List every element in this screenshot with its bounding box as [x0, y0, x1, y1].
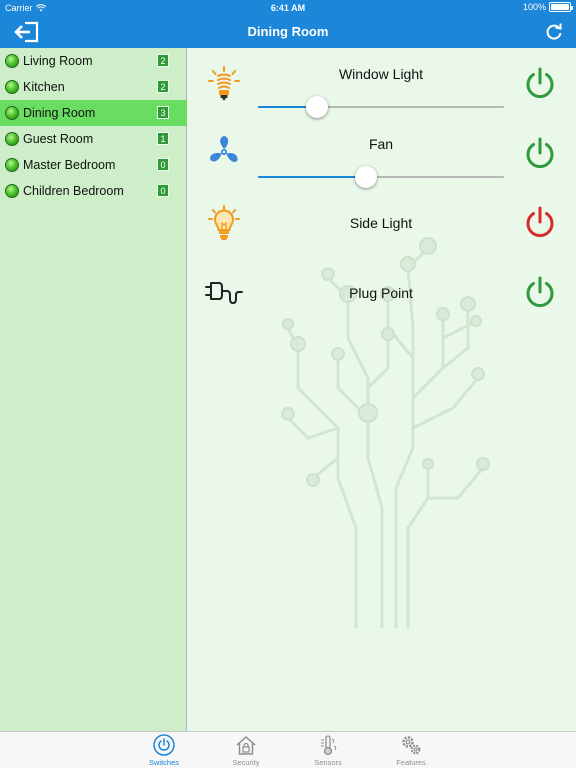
- thermometer-icon: [321, 735, 337, 756]
- speed-slider[interactable]: [258, 166, 504, 188]
- room-name: Kitchen: [23, 80, 65, 94]
- device-name: Plug Point: [349, 285, 413, 301]
- tab-label: Features: [396, 758, 426, 767]
- fan-icon: [210, 136, 238, 163]
- clock: 6:41 AM: [270, 3, 306, 13]
- refresh-icon: [546, 23, 562, 40]
- status-led-icon: [5, 54, 19, 68]
- power-toggle-icon[interactable]: [524, 137, 556, 171]
- device-name: Side Light: [349, 215, 413, 231]
- device-name: Window Light: [338, 66, 424, 82]
- power-toggle-icon[interactable]: [524, 206, 556, 240]
- room-name: Living Room: [23, 54, 93, 68]
- battery-percent: 100%: [522, 2, 546, 12]
- tab-label: Security: [232, 758, 260, 767]
- room-item-children-bedroom[interactable]: Children Bedroom 0: [0, 178, 187, 204]
- dimmer-slider[interactable]: [258, 96, 504, 118]
- status-bar: Carrier 6:41 AM 100%: [0, 0, 576, 16]
- page-title: Dining Room: [247, 24, 329, 39]
- device-count-badge: 0: [157, 158, 169, 171]
- room-name: Children Bedroom: [23, 184, 124, 198]
- device-panel: Window Light Fan Side Light Plug Point: [188, 48, 576, 731]
- tab-label: Switches: [148, 758, 179, 767]
- room-name: Guest Room: [23, 132, 94, 146]
- device-name: Fan: [368, 136, 394, 152]
- battery-icon: [549, 2, 573, 12]
- room-item-kitchen[interactable]: Kitchen 2: [0, 74, 187, 100]
- power-toggle-icon[interactable]: [524, 276, 556, 310]
- tab-bar: Switches Security Sensors Features: [0, 731, 576, 768]
- device-count-badge: 2: [157, 80, 169, 93]
- home-lock-icon: [236, 735, 256, 755]
- status-led-icon: [5, 106, 19, 120]
- device-count-badge: 1: [157, 132, 169, 145]
- room-list: Living Room 2 Kitchen 2 Dining Room 3 Gu…: [0, 48, 187, 731]
- slider-thumb[interactable]: [355, 166, 378, 188]
- room-item-guest-room[interactable]: Guest Room 1: [0, 126, 187, 152]
- power-icon: [153, 734, 175, 756]
- room-name: Dining Room: [23, 106, 96, 120]
- tab-switches[interactable]: Switches: [134, 732, 194, 768]
- slider-fill: [258, 176, 367, 178]
- device-count-badge: 2: [157, 54, 169, 67]
- navigation-bar: Carrier 6:41 AM 100% Dining Room: [0, 0, 576, 48]
- light-bulb-icon: [208, 205, 240, 240]
- tab-sensors[interactable]: Sensors: [298, 732, 358, 768]
- tab-label: Sensors: [314, 758, 342, 767]
- room-name: Master Bedroom: [23, 158, 116, 172]
- battery-indicator: 100%: [522, 2, 573, 12]
- gears-icon: [402, 736, 421, 755]
- status-led-icon: [5, 80, 19, 94]
- tab-security[interactable]: Security: [216, 732, 276, 768]
- device-count-badge: 3: [157, 106, 169, 119]
- status-led-icon: [5, 132, 19, 146]
- slider-thumb[interactable]: [306, 96, 329, 118]
- room-item-master-bedroom[interactable]: Master Bedroom 0: [0, 152, 187, 178]
- cfl-bulb-icon: [208, 66, 240, 101]
- room-item-living-room[interactable]: Living Room 2: [0, 48, 187, 74]
- status-led-icon: [5, 184, 19, 198]
- device-count-badge: 0: [157, 184, 169, 197]
- plug-icon: [205, 282, 243, 304]
- refresh-button[interactable]: [544, 22, 564, 42]
- tab-features[interactable]: Features: [381, 732, 441, 768]
- room-item-dining-room[interactable]: Dining Room 3: [0, 100, 187, 126]
- power-toggle-icon[interactable]: [524, 67, 556, 101]
- status-led-icon: [5, 158, 19, 172]
